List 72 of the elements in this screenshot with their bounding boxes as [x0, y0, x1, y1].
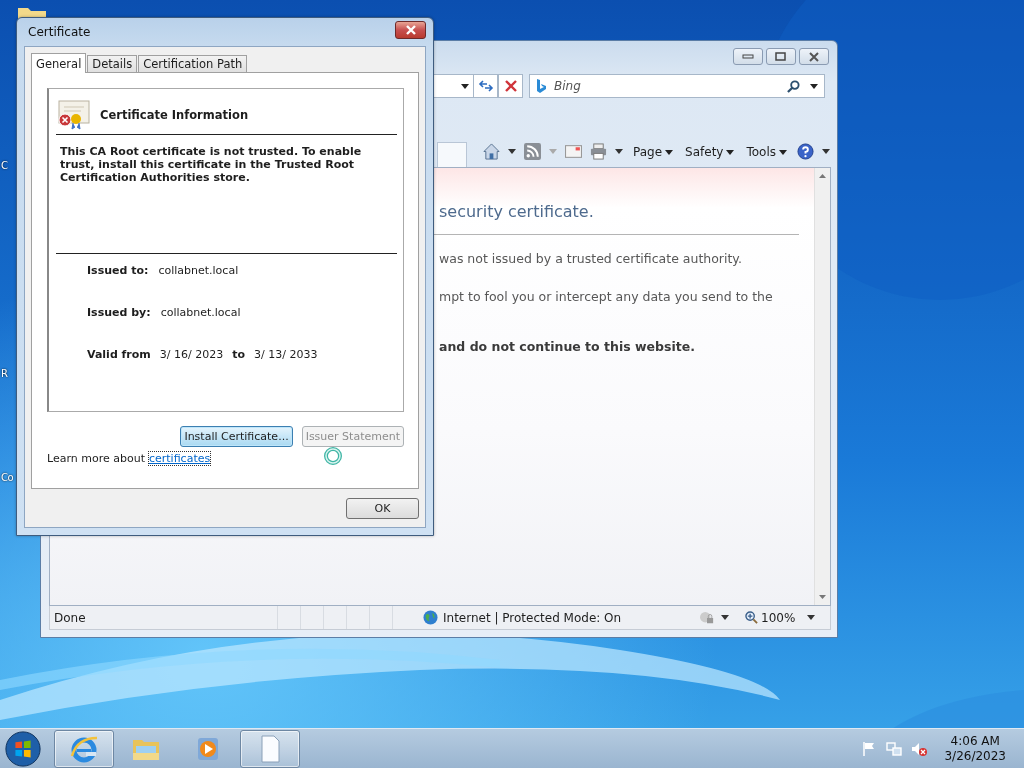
- status-text: Done: [53, 610, 87, 625]
- printer-icon[interactable]: [590, 143, 607, 160]
- caret-icon: [665, 149, 674, 155]
- b-logo-icon: [536, 79, 546, 93]
- zoom-icon[interactable]: [745, 611, 758, 624]
- taskbar-app[interactable]: [54, 729, 114, 768]
- scroll-up-icon[interactable]: [819, 174, 826, 178]
- stop-button[interactable]: [498, 74, 523, 98]
- menu-button[interactable]: Tools: [744, 141, 789, 163]
- minimize-button[interactable]: [733, 48, 763, 65]
- close-icon: [404, 24, 417, 35]
- warning-text: and do not continue to this website.: [439, 339, 696, 354]
- certificate-error-icon: [57, 100, 91, 130]
- page-heading: security certificate.: [439, 202, 595, 223]
- date-value: 3/ 16/ 2023: [159, 348, 224, 363]
- globe-icon: [423, 610, 438, 625]
- close-icon: [808, 51, 820, 62]
- clock-date[interactable]: 3/26/2023: [944, 748, 1006, 764]
- maximize-icon: [775, 52, 787, 61]
- caret-icon[interactable]: [822, 149, 830, 154]
- menu-button[interactable]: Safety: [683, 141, 737, 163]
- dialog-button[interactable]: Install Certificate...: [180, 426, 293, 447]
- ok-button[interactable]: OK: [346, 498, 419, 519]
- field-label: Valid from: [87, 348, 151, 363]
- help-text: Learn more about: [47, 452, 145, 465]
- maximize-button[interactable]: [766, 48, 796, 65]
- window-title: Certificate: [27, 25, 91, 39]
- mail-icon[interactable]: [565, 143, 582, 160]
- refresh-button[interactable]: [473, 74, 498, 98]
- caret-icon[interactable]: [615, 149, 623, 154]
- caret-icon[interactable]: [461, 83, 469, 89]
- search-icon[interactable]: [787, 79, 800, 93]
- scroll-down-icon[interactable]: [819, 595, 826, 599]
- section-heading: Certificate Information: [100, 108, 249, 122]
- page-text: was not issued by a trusted certificate authority.: [439, 251, 743, 268]
- start-button[interactable]: [4, 729, 42, 768]
- caret-icon[interactable]: [508, 149, 516, 154]
- cross-icon: [503, 79, 518, 93]
- search-box[interactable]: Bing: [529, 74, 825, 98]
- busy-cursor-icon: [323, 446, 343, 466]
- tab[interactable]: Details: [87, 55, 138, 72]
- field-label: to: [232, 348, 246, 363]
- trust-message: This CA Root certificate is not trusted. To enable trust, install this certificate in the Trusted Root Certification Authorities store.: [59, 144, 363, 186]
- caret-icon[interactable]: [810, 83, 818, 89]
- date-value: 3/ 13/ 2033: [254, 348, 318, 363]
- caret-icon: [779, 149, 787, 155]
- zoom-level[interactable]: 100%: [761, 610, 801, 625]
- clock-time[interactable]: 4:06 AM: [950, 733, 1000, 749]
- tab[interactable]: General: [31, 53, 87, 73]
- feeds-icon[interactable]: [524, 143, 541, 160]
- lock-icon[interactable]: [699, 610, 715, 625]
- field-label: Issued by:: [87, 306, 151, 321]
- caret-icon[interactable]: [807, 615, 815, 620]
- help-icon[interactable]: [797, 143, 814, 160]
- field-label: Issued to:: [87, 264, 149, 279]
- close-button[interactable]: [395, 20, 426, 39]
- taskbar-app[interactable]: [240, 729, 300, 768]
- caret-icon[interactable]: [721, 615, 729, 620]
- close-button[interactable]: [799, 48, 829, 65]
- security-zone-text: Internet | Protected Mode: On: [443, 610, 623, 625]
- certificates-link[interactable]: certificates: [148, 452, 211, 465]
- field-value: collabnet.local: [160, 306, 241, 321]
- caret-icon: [726, 149, 735, 155]
- tab[interactable]: Certification Path: [138, 55, 248, 72]
- home-icon[interactable]: [483, 143, 500, 160]
- menu-button[interactable]: Page: [631, 141, 676, 163]
- desktop-icon-label[interactable]: R: [1, 368, 8, 379]
- arrows-icon: [477, 79, 494, 93]
- field-value: collabnet.local: [158, 264, 239, 279]
- page-text: mpt to fool you or intercept any data you send to the: [439, 289, 774, 306]
- desktop-icon-label[interactable]: C: [1, 160, 8, 171]
- minimize-icon: [742, 53, 754, 60]
